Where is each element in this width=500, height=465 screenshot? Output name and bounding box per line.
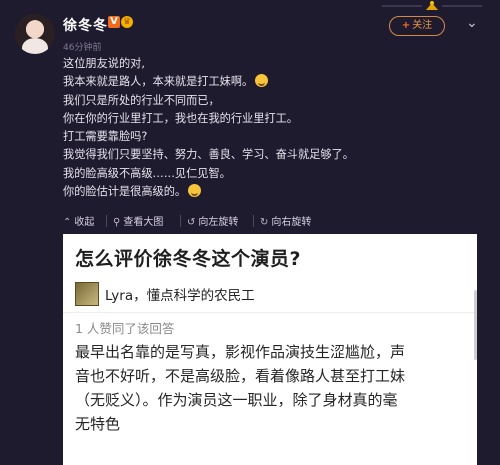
author-name: Lyra，懂点科学的农民工 [105,288,255,304]
collapse-button[interactable]: ⌃ 收起 [63,213,94,228]
post-line: 我本来就是路人，本来就是打工妹啊。 [63,73,493,91]
rotate-left-button[interactable]: ↺ 向左旋转 [187,213,238,228]
scrollbar[interactable] [474,290,477,360]
post-line: 打工需要靠脸吗? [63,130,148,144]
rotate-left-icon: ↺ [187,217,196,228]
chevron-down-icon[interactable]: ⌄ [466,15,478,31]
smile-emoji-icon [188,184,202,198]
header-decoration-icon [382,1,482,10]
post-content: 这位朋友说的对, 我本来就是路人，本来就是打工妹啊。 我们只是所处的行业不同而已… [63,55,493,201]
username[interactable]: 徐冬冬 [63,15,108,35]
rotate-right-icon: ↻ [260,217,269,228]
follow-label: 关注 [412,20,433,31]
magnify-icon: ⚲ [113,217,121,228]
divider [106,215,107,227]
avatar[interactable] [15,14,55,54]
answer-line: 无特色 [75,415,121,433]
view-large-button[interactable]: ⚲ 查看大图 [113,213,163,228]
divider [253,215,254,227]
post-line: 你在你的行业里打工，我也在我的行业里打工。 [63,111,298,125]
plus-icon: + [401,20,411,31]
answer-line: 音也不好听，不是高级脸，看着像路人甚至打工妹 [75,367,406,385]
member-crown-icon: ♛ [121,16,133,28]
divider [63,312,477,313]
post-line: 这位朋友说的对, [63,57,145,70]
post-line: 我的脸高级不高级……见仁见智。 [63,166,231,180]
answer-line: 最早出名靠的是写真，影视作品演技生涩尴尬，声 [75,343,406,361]
post-time: 46分钟前 [63,43,102,53]
answer-line: （无贬义）。作为演员这一职业，除了身材真的毫 [75,391,398,409]
collapse-icon: ⌃ [63,217,72,228]
smile-emoji-icon [255,74,269,88]
answer-text: 最早出名靠的是写真，影视作品演技生涩尴尬，声 音也不好听，不是高级脸，看着像路人… [75,340,467,436]
rotate-right-button[interactable]: ↻ 向右旋转 [260,213,311,228]
follow-button[interactable]: + 关注 [389,16,445,36]
post-line: 你的脸估计是很高级的。 [63,183,493,201]
question-title: 怎么评价徐冬冬这个演员? [75,248,302,270]
author-avatar [75,282,99,306]
weibo-post: 徐冬冬 V ♛ 46分钟前 + 关注 ⌄ 这位朋友说的对, 我本来就是路人，本来就… [0,0,500,465]
embedded-screenshot[interactable]: 怎么评价徐冬冬这个演员? Lyra，懂点科学的农民工 1 人赞同了该回答 最早出… [63,234,477,465]
verified-badge: V [108,16,120,28]
divider [180,215,181,227]
likes-count: 1 人赞同了该回答 [75,321,175,336]
post-line: 我们只是所处的行业不同而已， [63,93,220,107]
post-line: 我觉得我们只要坚持、努力、善良、学习、奋斗就足够了。 [63,148,354,162]
